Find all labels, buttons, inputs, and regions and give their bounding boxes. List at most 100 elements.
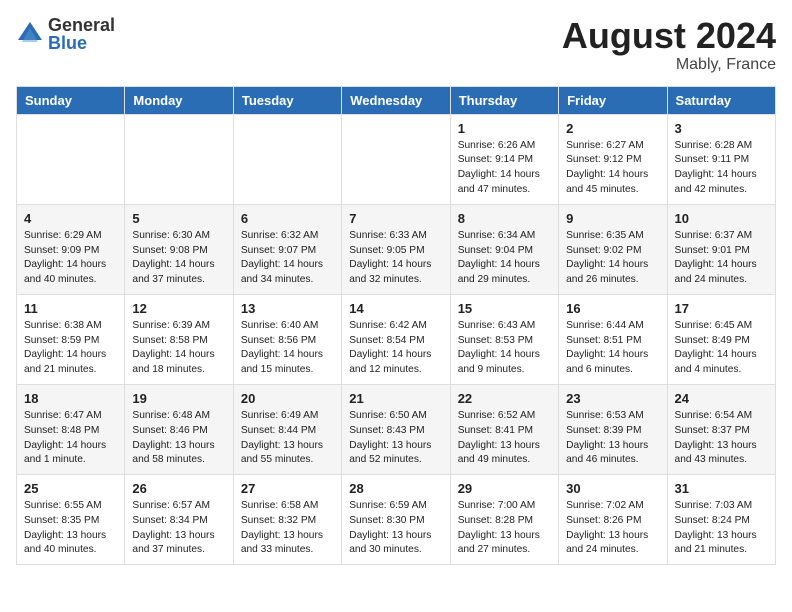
calendar-cell: 28 Sunrise: 6:59 AM Sunset: 8:30 PM Dayli… <box>342 475 450 565</box>
calendar-cell: 7 Sunrise: 6:33 AM Sunset: 9:05 PM Daylig… <box>342 204 450 294</box>
day-info: Sunrise: 6:35 AM Sunset: 9:02 PM Dayligh… <box>566 229 659 288</box>
day-info: Sunrise: 6:39 AM Sunset: 8:58 PM Dayligh… <box>132 319 225 378</box>
day-number: 21 <box>349 391 442 406</box>
day-info: Sunrise: 6:52 AM Sunset: 8:41 PM Dayligh… <box>458 409 551 468</box>
calendar-cell: 23Sunrise: 6:53 AM Sunset: 8:39 PM Dayli… <box>559 384 667 474</box>
calendar-table: SundayMondayTuesdayWednesdayThursdayFrid… <box>16 86 776 566</box>
month-year-title: August 2024 <box>562 16 776 56</box>
week-row-2: 4 Sunrise: 6:29 AM Sunset: 9:09 PM Daylig… <box>17 204 776 294</box>
logo: General Blue <box>16 16 115 52</box>
col-header-saturday: Saturday <box>667 86 775 114</box>
calendar-cell <box>342 114 450 204</box>
col-header-monday: Monday <box>125 86 233 114</box>
day-info: Sunrise: 6:48 AM Sunset: 8:46 PM Dayligh… <box>132 409 225 468</box>
day-info: Sunrise: 6:34 AM Sunset: 9:04 PM Dayligh… <box>458 229 551 288</box>
calendar-cell: 9 Sunrise: 6:35 AM Sunset: 9:02 PM Daylig… <box>559 204 667 294</box>
calendar-cell: 20Sunrise: 6:49 AM Sunset: 8:44 PM Dayli… <box>233 384 341 474</box>
week-row-3: 11 Sunrise: 6:38 AM Sunset: 8:59 PM Dayli… <box>17 294 776 384</box>
calendar-cell: 5 Sunrise: 6:30 AM Sunset: 9:08 PM Daylig… <box>125 204 233 294</box>
day-info: Sunrise: 6:32 AM Sunset: 9:07 PM Dayligh… <box>241 229 334 288</box>
day-info: Sunrise: 6:37 AM Sunset: 9:01 PM Dayligh… <box>675 229 768 288</box>
calendar-cell: 2 Sunrise: 6:27 AM Sunset: 9:12 PM Daylig… <box>559 114 667 204</box>
day-info: Sunrise: 6:30 AM Sunset: 9:08 PM Dayligh… <box>132 229 225 288</box>
calendar-cell: 12 Sunrise: 6:39 AM Sunset: 8:58 PM Dayli… <box>125 294 233 384</box>
calendar-cell <box>17 114 125 204</box>
calendar-cell: 6Sunrise: 6:32 AM Sunset: 9:07 PM Daylig… <box>233 204 341 294</box>
day-number: 4 <box>24 211 117 226</box>
week-row-5: 25 Sunrise: 6:55 AM Sunset: 8:35 PM Dayli… <box>17 475 776 565</box>
calendar-cell: 27 Sunrise: 6:58 AM Sunset: 8:32 PM Dayli… <box>233 475 341 565</box>
day-info: Sunrise: 6:59 AM Sunset: 8:30 PM Dayligh… <box>349 499 442 558</box>
day-number: 23 <box>566 391 659 406</box>
day-info: Sunrise: 6:29 AM Sunset: 9:09 PM Dayligh… <box>24 229 117 288</box>
day-number: 18 <box>24 391 117 406</box>
day-number: 17 <box>675 301 768 316</box>
day-number: 9 <box>566 211 659 226</box>
day-info: Sunrise: 6:38 AM Sunset: 8:59 PM Dayligh… <box>24 319 117 378</box>
day-info: Sunrise: 6:47 AM Sunset: 8:48 PM Dayligh… <box>24 409 117 468</box>
calendar-cell: 1Sunrise: 6:26 AM Sunset: 9:14 PM Daylig… <box>450 114 558 204</box>
day-number: 3 <box>675 121 768 136</box>
day-number: 5 <box>132 211 225 226</box>
calendar-cell: 26Sunrise: 6:57 AM Sunset: 8:34 PM Dayli… <box>125 475 233 565</box>
calendar-cell: 19 Sunrise: 6:48 AM Sunset: 8:46 PM Dayli… <box>125 384 233 474</box>
calendar-cell: 16Sunrise: 6:44 AM Sunset: 8:51 PM Dayli… <box>559 294 667 384</box>
day-info: Sunrise: 7:00 AM Sunset: 8:28 PM Dayligh… <box>458 499 551 558</box>
day-number: 7 <box>349 211 442 226</box>
day-number: 12 <box>132 301 225 316</box>
calendar-cell: 18 Sunrise: 6:47 AM Sunset: 8:48 PM Dayli… <box>17 384 125 474</box>
col-header-friday: Friday <box>559 86 667 114</box>
col-header-thursday: Thursday <box>450 86 558 114</box>
day-number: 28 <box>349 481 442 496</box>
day-info: Sunrise: 6:45 AM Sunset: 8:49 PM Dayligh… <box>675 319 768 378</box>
day-number: 11 <box>24 301 117 316</box>
day-number: 1 <box>458 121 551 136</box>
day-number: 13 <box>241 301 334 316</box>
day-number: 19 <box>132 391 225 406</box>
day-number: 10 <box>675 211 768 226</box>
day-number: 15 <box>458 301 551 316</box>
day-info: Sunrise: 6:44 AM Sunset: 8:51 PM Dayligh… <box>566 319 659 378</box>
day-info: Sunrise: 6:55 AM Sunset: 8:35 PM Dayligh… <box>24 499 117 558</box>
day-info: Sunrise: 6:43 AM Sunset: 8:53 PM Dayligh… <box>458 319 551 378</box>
day-number: 22 <box>458 391 551 406</box>
week-row-1: 1Sunrise: 6:26 AM Sunset: 9:14 PM Daylig… <box>17 114 776 204</box>
day-number: 26 <box>132 481 225 496</box>
day-info: Sunrise: 7:03 AM Sunset: 8:24 PM Dayligh… <box>675 499 768 558</box>
day-number: 2 <box>566 121 659 136</box>
logo-blue-text: Blue <box>48 34 115 52</box>
calendar-cell: 11 Sunrise: 6:38 AM Sunset: 8:59 PM Dayli… <box>17 294 125 384</box>
calendar-cell: 21 Sunrise: 6:50 AM Sunset: 8:43 PM Dayli… <box>342 384 450 474</box>
day-number: 27 <box>241 481 334 496</box>
calendar-cell <box>125 114 233 204</box>
location-subtitle: Mably, France <box>562 56 776 74</box>
day-info: Sunrise: 6:54 AM Sunset: 8:37 PM Dayligh… <box>675 409 768 468</box>
day-number: 20 <box>241 391 334 406</box>
day-number: 31 <box>675 481 768 496</box>
calendar-cell: 24 Sunrise: 6:54 AM Sunset: 8:37 PM Dayli… <box>667 384 775 474</box>
calendar-cell: 29Sunrise: 7:00 AM Sunset: 8:28 PM Dayli… <box>450 475 558 565</box>
day-info: Sunrise: 6:33 AM Sunset: 9:05 PM Dayligh… <box>349 229 442 288</box>
day-number: 24 <box>675 391 768 406</box>
day-info: Sunrise: 6:27 AM Sunset: 9:12 PM Dayligh… <box>566 139 659 198</box>
calendar-cell: 25 Sunrise: 6:55 AM Sunset: 8:35 PM Dayli… <box>17 475 125 565</box>
day-info: Sunrise: 6:50 AM Sunset: 8:43 PM Dayligh… <box>349 409 442 468</box>
calendar-cell: 31 Sunrise: 7:03 AM Sunset: 8:24 PM Dayli… <box>667 475 775 565</box>
calendar-cell <box>233 114 341 204</box>
day-info: Sunrise: 6:42 AM Sunset: 8:54 PM Dayligh… <box>349 319 442 378</box>
day-info: Sunrise: 6:28 AM Sunset: 9:11 PM Dayligh… <box>675 139 768 198</box>
calendar-cell: 4 Sunrise: 6:29 AM Sunset: 9:09 PM Daylig… <box>17 204 125 294</box>
page-header: General Blue August 2024 Mably, France <box>16 16 776 74</box>
day-number: 25 <box>24 481 117 496</box>
day-number: 8 <box>458 211 551 226</box>
calendar-cell: 3 Sunrise: 6:28 AM Sunset: 9:11 PM Daylig… <box>667 114 775 204</box>
calendar-cell: 17 Sunrise: 6:45 AM Sunset: 8:49 PM Dayli… <box>667 294 775 384</box>
col-header-sunday: Sunday <box>17 86 125 114</box>
calendar-cell: 30Sunrise: 7:02 AM Sunset: 8:26 PM Dayli… <box>559 475 667 565</box>
day-info: Sunrise: 6:40 AM Sunset: 8:56 PM Dayligh… <box>241 319 334 378</box>
logo-general-text: General <box>48 16 115 34</box>
calendar-cell: 15 Sunrise: 6:43 AM Sunset: 8:53 PM Dayli… <box>450 294 558 384</box>
day-info: Sunrise: 6:58 AM Sunset: 8:32 PM Dayligh… <box>241 499 334 558</box>
logo-icon <box>16 20 44 48</box>
calendar-cell: 8 Sunrise: 6:34 AM Sunset: 9:04 PM Daylig… <box>450 204 558 294</box>
